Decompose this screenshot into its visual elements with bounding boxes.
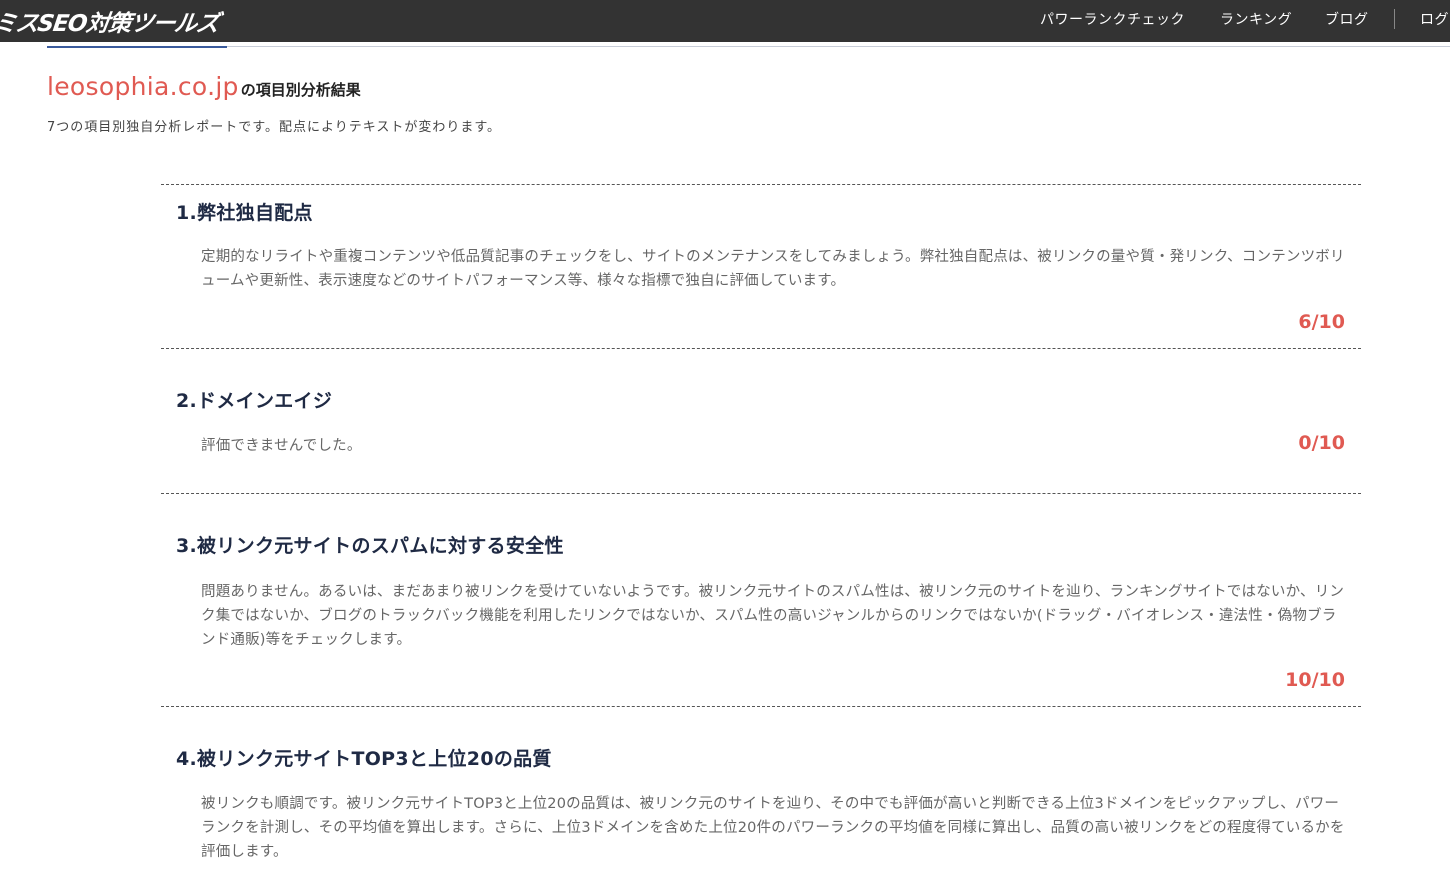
section-title: 4.被リンク元サイトTOP3と上位20の品質 bbox=[176, 748, 552, 770]
section-title: 3.被リンク元サイトのスパムに対する安全性 bbox=[176, 535, 564, 557]
nav-login[interactable]: ログ bbox=[1420, 9, 1449, 29]
page-title: leosophia.co.jp の項目別分析結果 bbox=[47, 72, 361, 101]
active-tab-indicator bbox=[47, 46, 227, 48]
nav-power-rank-check[interactable]: パワーランクチェック bbox=[1040, 9, 1185, 29]
site-logo[interactable]: ミスSEO対策ツールズ bbox=[0, 4, 221, 38]
section-title: 2.ドメインエイジ bbox=[176, 390, 333, 412]
section-score: 6/10 bbox=[1298, 311, 1345, 333]
top-navigation-bar: ミスSEO対策ツールズ パワーランクチェック ランキング ブログ ログ bbox=[0, 0, 1450, 42]
page-title-suffix: の項目別分析結果 bbox=[240, 81, 361, 99]
analyzed-domain: leosophia.co.jp bbox=[47, 72, 239, 101]
section-divider bbox=[161, 184, 1361, 185]
page-subtitle: 7つの項目別独自分析レポートです。配点によりテキストが変わります。 bbox=[47, 120, 502, 135]
section-description: 被リンクも順調です。被リンク元サイトTOP3と上位20の品質は、被リンク元のサイ… bbox=[201, 796, 1345, 860]
nav-ranking[interactable]: ランキング bbox=[1220, 9, 1292, 29]
nav-blog[interactable]: ブログ bbox=[1325, 9, 1369, 29]
section-description: 評価できませんでした。 bbox=[201, 438, 362, 454]
section-score: 10/10 bbox=[1285, 669, 1345, 691]
nav-separator bbox=[1394, 9, 1395, 29]
section-divider bbox=[161, 348, 1361, 349]
section-divider bbox=[161, 706, 1361, 707]
section-description: 問題ありません。あるいは、まだあまり被リンクを受けていないようです。被リンク元サ… bbox=[201, 584, 1345, 648]
section-divider bbox=[161, 493, 1361, 494]
section-score: 0/10 bbox=[1298, 432, 1345, 454]
tab-bar-line bbox=[227, 46, 1450, 47]
section-title: 1.弊社独自配点 bbox=[176, 202, 313, 224]
section-description: 定期的なリライトや重複コンテンツや低品質記事のチェックをし、サイトのメンテナンス… bbox=[201, 249, 1345, 289]
